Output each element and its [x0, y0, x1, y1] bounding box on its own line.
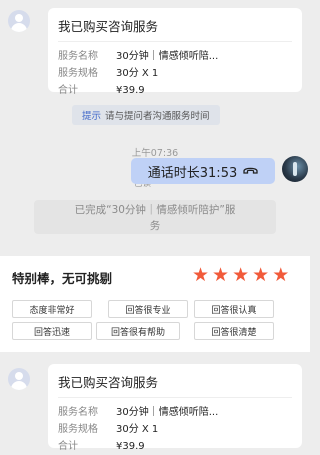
star-icon: ★	[272, 264, 290, 286]
order-card[interactable]: 我已购买咨询服务 服务名称 30分钟｜情感倾听陪... 服务规格 30分 X 1…	[48, 364, 302, 452]
call-duration-bubble[interactable]: 通话时长31:53	[131, 158, 275, 184]
star-icon: ★	[192, 264, 210, 286]
order-card[interactable]: 我已购买咨询服务 服务名称 30分钟｜情感倾听陪... 服务规格 30分 X 1…	[48, 8, 302, 96]
my-avatar-figure	[293, 162, 297, 176]
star-icon: ★	[252, 264, 270, 286]
order-row-spec: 服务规格 30分 X 1	[58, 421, 292, 438]
user-avatar-body	[11, 23, 27, 32]
user-avatar-body	[11, 381, 27, 390]
service-completed-line1: 已完成“30分钟｜情感倾听陪护”服	[74, 204, 236, 216]
order-row-service-name: 服务名称 30分钟｜情感倾听陪...	[58, 48, 292, 65]
star-icon: ★	[212, 264, 230, 286]
tip-tag: 提示	[82, 111, 102, 122]
order-row-label: 合计	[58, 441, 78, 452]
user-avatar[interactable]	[8, 10, 30, 32]
order-row-total: 合计 ¥39.9	[58, 438, 292, 455]
service-completed-line2: 务	[149, 220, 161, 232]
review-card: 特别棒，无可挑剔 ★ ★ ★ ★ ★ 态度非常好 回答很专业 回答很认真 回答迅…	[0, 256, 310, 352]
order-row-value: 30分 X 1	[116, 68, 159, 79]
tip-notice: 提示 请与提问者沟通服务时间	[72, 105, 220, 125]
order-row-label: 合计	[58, 85, 78, 96]
tip-text: 请与提问者沟通服务时间	[105, 111, 210, 122]
order-row-spec: 服务规格 30分 X 1	[58, 65, 292, 82]
order-details: 服务名称 30分钟｜情感倾听陪... 服务规格 30分 X 1 合计 ¥39.9	[58, 397, 292, 455]
order-card-title: 我已购买咨询服务	[58, 375, 159, 390]
order-row-value: 30分钟｜情感倾听陪...	[116, 51, 219, 62]
order-row-total: 合计 ¥39.9	[58, 82, 292, 99]
review-tag: 回答很认真	[194, 300, 274, 318]
review-tag: 回答很专业	[108, 300, 188, 318]
order-row-label: 服务规格	[58, 424, 98, 435]
my-avatar[interactable]	[282, 156, 308, 182]
user-avatar-head	[15, 14, 23, 22]
review-tag: 态度非常好	[12, 300, 92, 318]
review-tag: 回答很清楚	[194, 322, 274, 340]
user-avatar[interactable]	[8, 368, 30, 390]
review-tag: 回答迅速	[12, 322, 92, 340]
order-details: 服务名称 30分钟｜情感倾听陪... 服务规格 30分 X 1 合计 ¥39.9	[58, 41, 292, 99]
review-title: 特别棒，无可挑剔	[12, 271, 113, 286]
order-card-title: 我已购买咨询服务	[58, 19, 159, 34]
order-row-label: 服务名称	[58, 407, 98, 418]
call-duration-text: 通话时长31:53	[147, 165, 238, 181]
order-row-label: 服务规格	[58, 68, 98, 79]
star-icon: ★	[232, 264, 250, 286]
review-tag: 回答很有帮助	[96, 322, 180, 340]
order-row-value: 30分钟｜情感倾听陪...	[116, 407, 219, 418]
order-row-value: ¥39.9	[116, 441, 145, 452]
rating-stars: ★ ★ ★ ★ ★	[192, 265, 292, 285]
service-completed-message: 已完成“30分钟｜情感倾听陪护”服 务	[34, 200, 276, 234]
phone-icon	[243, 164, 258, 179]
user-avatar-head	[15, 372, 23, 380]
order-row-service-name: 服务名称 30分钟｜情感倾听陪...	[58, 404, 292, 421]
order-row-label: 服务名称	[58, 51, 98, 62]
message-timestamp: 上午07:36	[131, 148, 179, 159]
order-row-value: ¥39.9	[116, 85, 145, 96]
order-row-value: 30分 X 1	[116, 424, 159, 435]
